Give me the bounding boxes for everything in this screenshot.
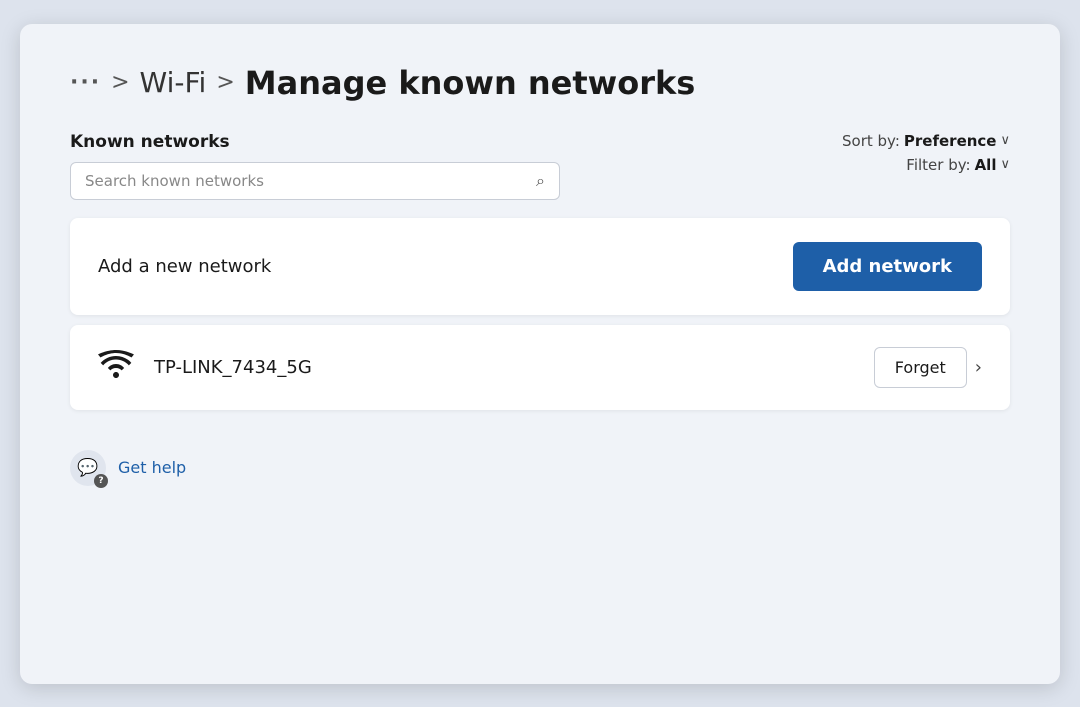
content-area: Known networks ⌕ Sort by: Preference ∨ F… bbox=[70, 132, 1010, 410]
search-input[interactable] bbox=[85, 172, 526, 190]
network-name: TP-LINK_7434_5G bbox=[154, 357, 312, 378]
footer: 💬 ? Get help bbox=[70, 450, 1010, 486]
add-network-button[interactable]: Add network bbox=[793, 242, 982, 291]
sort-label: Sort by: bbox=[842, 132, 900, 150]
known-networks-label: Known networks bbox=[70, 132, 560, 152]
network-actions: Forget › bbox=[874, 347, 982, 388]
help-icon: 💬 ? bbox=[70, 450, 106, 486]
add-network-card: Add a new network Add network bbox=[70, 218, 1010, 315]
sort-chevron-down-icon: ∨ bbox=[1000, 133, 1010, 148]
breadcrumb: ··· > Wi-Fi > Manage known networks bbox=[70, 64, 1010, 102]
search-icon: ⌕ bbox=[536, 171, 545, 191]
sort-filter-controls: Sort by: Preference ∨ Filter by: All ∨ bbox=[842, 132, 1010, 174]
chat-icon: 💬 bbox=[77, 458, 98, 478]
get-help-link[interactable]: Get help bbox=[118, 458, 186, 477]
forget-button[interactable]: Forget bbox=[874, 347, 967, 388]
breadcrumb-sep1: > bbox=[111, 70, 129, 95]
section-header: Known networks ⌕ Sort by: Preference ∨ F… bbox=[70, 132, 1010, 200]
filter-label: Filter by: bbox=[906, 156, 970, 174]
breadcrumb-wifi[interactable]: Wi-Fi bbox=[140, 66, 207, 99]
wifi-icon bbox=[98, 350, 134, 385]
network-card: TP-LINK_7434_5G Forget › bbox=[70, 325, 1010, 410]
cards-area: Add a new network Add network TP-LINK_74… bbox=[70, 218, 1010, 410]
sort-control[interactable]: Sort by: Preference ∨ bbox=[842, 132, 1010, 150]
breadcrumb-sep2: > bbox=[216, 70, 234, 95]
page-title: Manage known networks bbox=[245, 64, 696, 102]
network-info: TP-LINK_7434_5G bbox=[98, 350, 312, 385]
filter-control[interactable]: Filter by: All ∨ bbox=[906, 156, 1010, 174]
network-chevron-right-icon[interactable]: › bbox=[975, 357, 982, 378]
breadcrumb-dots[interactable]: ··· bbox=[70, 70, 101, 95]
filter-value: All bbox=[975, 156, 997, 174]
search-box: ⌕ bbox=[70, 162, 560, 200]
filter-chevron-down-icon: ∨ bbox=[1000, 157, 1010, 172]
left-header: Known networks ⌕ bbox=[70, 132, 560, 200]
sort-value: Preference bbox=[904, 132, 997, 150]
help-badge: ? bbox=[94, 474, 108, 488]
settings-window: ··· > Wi-Fi > Manage known networks Know… bbox=[20, 24, 1060, 684]
add-network-label: Add a new network bbox=[98, 256, 271, 277]
